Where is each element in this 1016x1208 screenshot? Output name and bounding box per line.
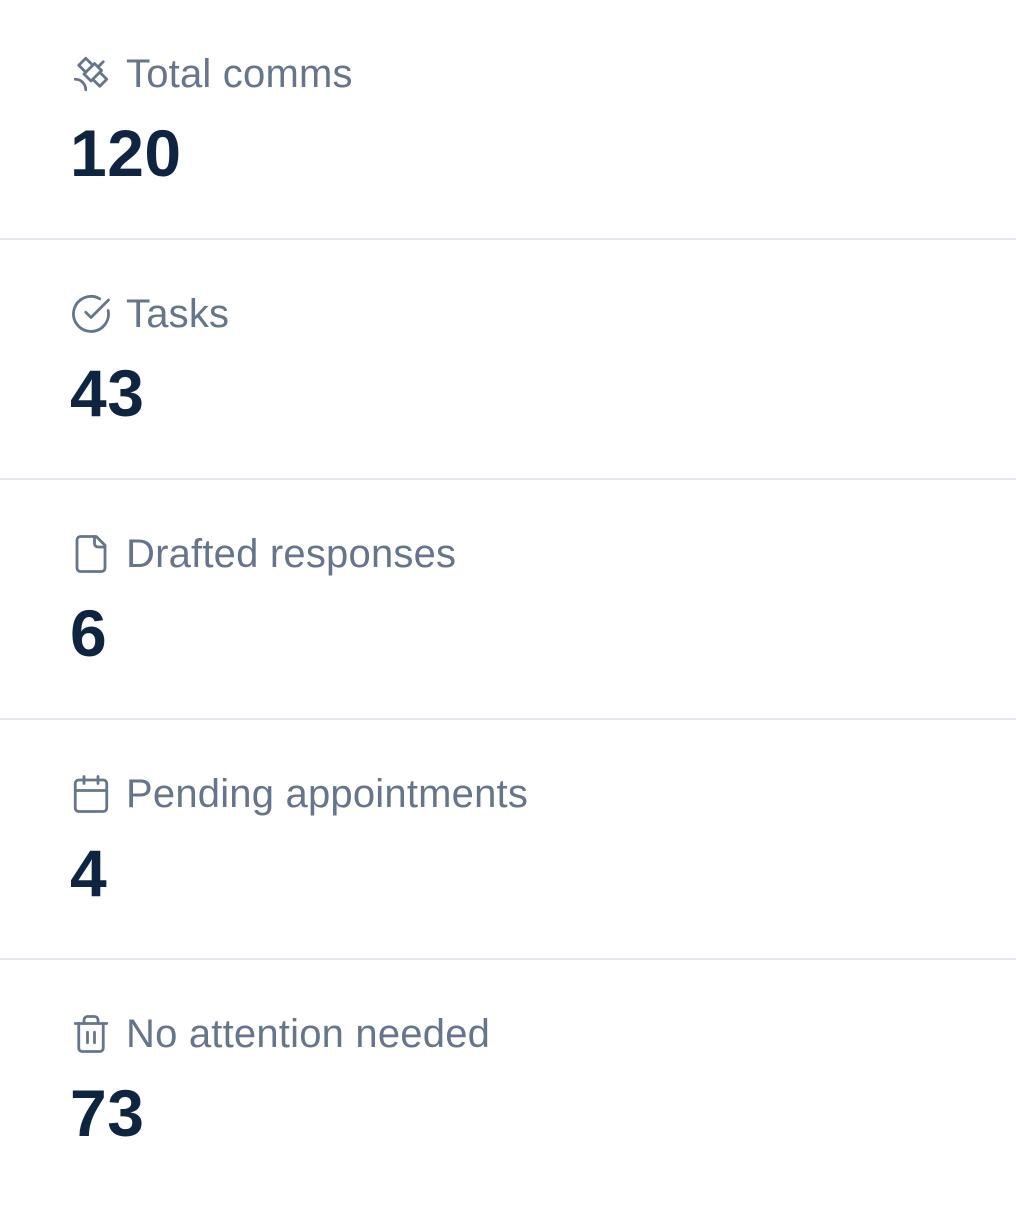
stat-header: No attention needed [70, 1012, 1016, 1056]
stat-header: Total comms [70, 52, 1016, 96]
stat-card-no-attention-needed: No attention needed 73 [0, 960, 1016, 1208]
stat-card-tasks: Tasks 43 [0, 240, 1016, 480]
document-icon [70, 533, 112, 575]
trash-icon [70, 1013, 112, 1055]
stat-header: Drafted responses [70, 532, 1016, 576]
stat-value: 4 [70, 836, 108, 910]
calendar-icon [70, 773, 112, 815]
stat-label: Total comms [126, 52, 353, 96]
satellite-icon [70, 53, 112, 95]
stat-value: 120 [70, 116, 182, 190]
stat-card-drafted-responses: Drafted responses 6 [0, 480, 1016, 720]
check-circle-icon [70, 293, 112, 335]
stat-label: Pending appointments [126, 772, 529, 816]
stat-label: No attention needed [126, 1012, 491, 1056]
stat-header: Pending appointments [70, 772, 1016, 816]
stat-label: Drafted responses [126, 532, 457, 576]
stat-card-pending-appointments: Pending appointments 4 [0, 720, 1016, 960]
stat-card-total-comms: Total comms 120 [0, 0, 1016, 240]
stat-value: 6 [70, 596, 108, 670]
stat-value: 43 [70, 356, 145, 430]
stats-list: Total comms 120 Tasks 43 Drafted respons… [0, 0, 1016, 1208]
stat-value: 73 [70, 1076, 145, 1150]
stat-header: Tasks [70, 292, 1016, 336]
stat-label: Tasks [126, 292, 230, 336]
